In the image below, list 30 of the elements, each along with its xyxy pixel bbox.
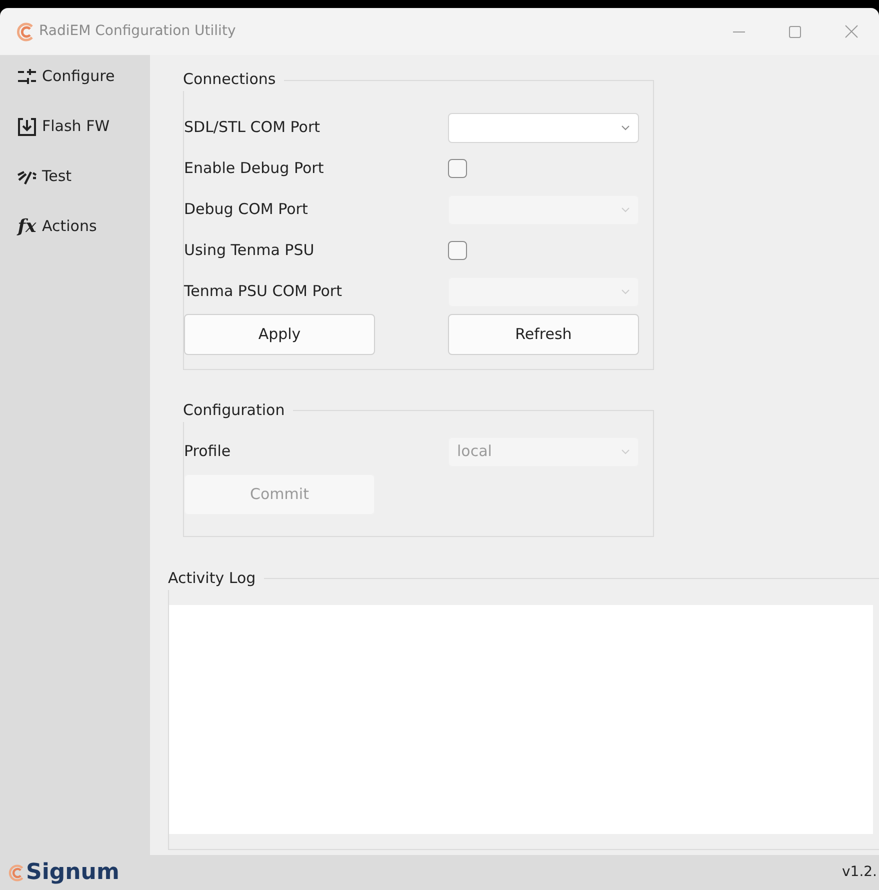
- logo-icon: [8, 862, 26, 884]
- field-label: Debug COM Port: [184, 199, 309, 220]
- version-label: v1.2.: [842, 863, 877, 882]
- field-label: Profile: [184, 441, 232, 462]
- sidebar-item[interactable]: Flash FW: [16, 114, 150, 139]
- chevron-icon: [621, 288, 630, 294]
- window-title: RadiEM Configuration Utility: [39, 22, 236, 41]
- chevron-icon: [621, 206, 630, 212]
- field-label: Enable Debug Port: [184, 158, 325, 180]
- combo-box[interactable]: [448, 112, 639, 142]
- log-area[interactable]: [169, 605, 873, 834]
- maximize-icon: [789, 26, 801, 38]
- brand-name: Signum: [26, 862, 120, 884]
- field-label: Tenma PSU COM Port: [184, 281, 343, 302]
- download-icon: [16, 116, 38, 138]
- field-label: SDL/STL COM Port: [184, 117, 322, 138]
- logo-icon: [16, 22, 36, 42]
- checkbox[interactable]: [448, 241, 467, 260]
- push-button[interactable]: Apply: [184, 314, 375, 355]
- chevron-icon: [621, 448, 630, 454]
- sidebar-item[interactable]: Configure: [16, 64, 150, 89]
- checkbox[interactable]: [448, 159, 467, 178]
- minimize-icon: [733, 30, 745, 32]
- sidebar-item[interactable]: fx Actions: [16, 214, 150, 239]
- close-icon: [844, 25, 858, 38]
- sidebar-item[interactable]: Test: [16, 164, 150, 189]
- function-symbol: fx: [16, 218, 38, 236]
- field-label: Using Tenma PSU: [184, 240, 316, 262]
- push-button[interactable]: Refresh: [448, 314, 639, 355]
- chevron-icon: [621, 124, 630, 130]
